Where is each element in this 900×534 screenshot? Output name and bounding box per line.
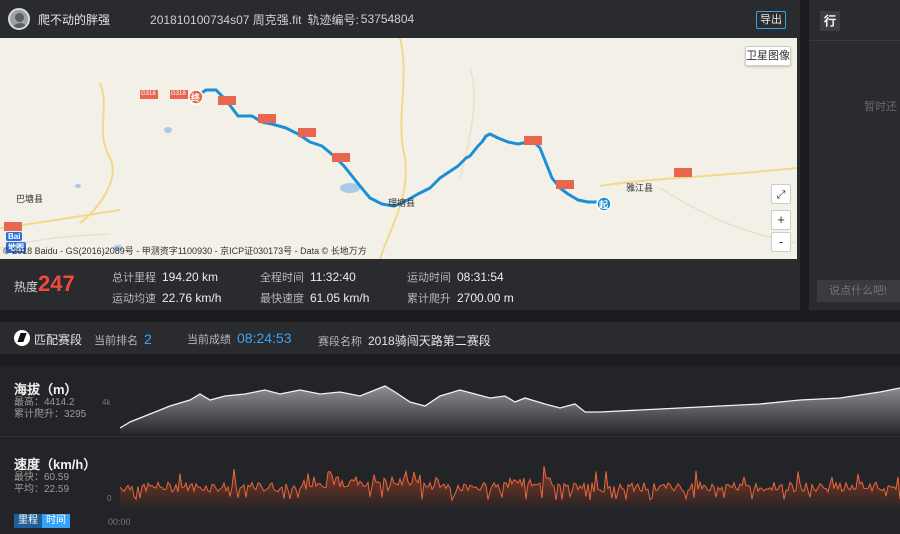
total-distance-stat: 总计里程 194.20 km (112, 270, 219, 284)
track-id-label: 轨迹编号: (307, 12, 359, 27)
segment-bar: 匹配赛段 当前排名 2 当前成绩 08:24:53 赛段名称 2018骑闯天路第二赛段 (0, 322, 900, 354)
end-marker[interactable]: 终 (191, 91, 200, 104)
start-marker[interactable]: 起 (599, 198, 608, 211)
moving-time-stat: 运动时间 08:31:54 (407, 270, 504, 284)
speed-chart[interactable] (0, 450, 900, 510)
map-canvas (0, 38, 797, 259)
segment-rank: 当前排名 2 (94, 331, 152, 347)
heat-value: 247 (38, 271, 75, 296)
user-name[interactable]: 爬不动的胖强 (38, 11, 110, 28)
mode-distance-button[interactable]: 里程 (14, 514, 42, 528)
avg-speed-stat: 运动均速 22.76 km/h (112, 291, 222, 305)
road-label: G318 (141, 91, 156, 97)
segment-title: 匹配赛段 (34, 333, 83, 347)
expand-icon: ⤢ (776, 189, 786, 201)
zoom-out-button[interactable]: - (771, 232, 791, 252)
satellite-view-button[interactable]: 卫星图像 (745, 46, 791, 66)
heat-label: 热度 (14, 280, 39, 294)
segment-icon (14, 330, 30, 346)
altitude-area (120, 386, 900, 436)
fullscreen-button[interactable]: ⤢ (771, 184, 791, 204)
profile-charts: 海拔（m） 最高：4414.2 累计爬升：3295 4k 速度（km/h） 最快… (0, 366, 900, 534)
empty-comments-text: 暂时还 (864, 101, 897, 113)
chart-divider (0, 436, 900, 437)
speed-area (120, 466, 900, 510)
tab-badge[interactable]: 行 (820, 11, 840, 31)
map-copyright: © 2018 Baidu - GS(2016)2089号 - 甲测资字11009… (3, 246, 367, 256)
zoom-in-button[interactable]: + (771, 210, 791, 230)
route-map[interactable]: G318 G318 巴塘县 理塘县 雅江县 终 起 卫星图像 ⤢ + - Bai… (0, 38, 797, 259)
track-stats: 热度 247 总计里程 194.20 km 运动均速 22.76 km/h 全程时间… (0, 259, 800, 310)
file-name: 201810100734s07 周克强.fit (150, 12, 302, 27)
altitude-chart[interactable] (0, 366, 900, 436)
place-label-yajiang[interactable]: 雅江县 (626, 181, 653, 194)
total-climb-stat: 累计爬升 2700.00 m (407, 291, 514, 305)
time-axis-start: 00:00 (108, 517, 131, 527)
track-header: 爬不动的胖强 201810100734s07 周克强.fit 轨迹编号: 537… (0, 0, 800, 38)
place-label-litang[interactable]: 理塘县 (388, 196, 415, 209)
avatar[interactable] (8, 8, 30, 30)
segment-name: 赛段名称 2018骑闯天路第二赛段 (318, 334, 491, 348)
place-label-batang[interactable]: 巴塘县 (16, 192, 43, 205)
x-axis-mode-toggle: 里程 时间 (14, 514, 70, 528)
track-panel: 爬不动的胖强 201810100734s07 周克强.fit 轨迹编号: 537… (0, 0, 800, 310)
track-id: 53754804 (360, 12, 415, 26)
mode-time-button[interactable]: 时间 (42, 514, 70, 528)
export-button[interactable]: 导出 (756, 11, 786, 29)
max-speed-stat: 最快速度 61.05 km/h (260, 291, 370, 305)
divider (809, 40, 900, 41)
road-label: G318 (171, 91, 186, 97)
comment-input[interactable] (817, 280, 900, 302)
baidu-logo: Bai地图 (6, 232, 26, 253)
total-time-stat: 全程时间 11:32:40 (260, 270, 356, 284)
comment-panel: 行 暂时还 (809, 0, 900, 310)
segment-score: 当前成绩 08:24:53 (187, 330, 292, 346)
